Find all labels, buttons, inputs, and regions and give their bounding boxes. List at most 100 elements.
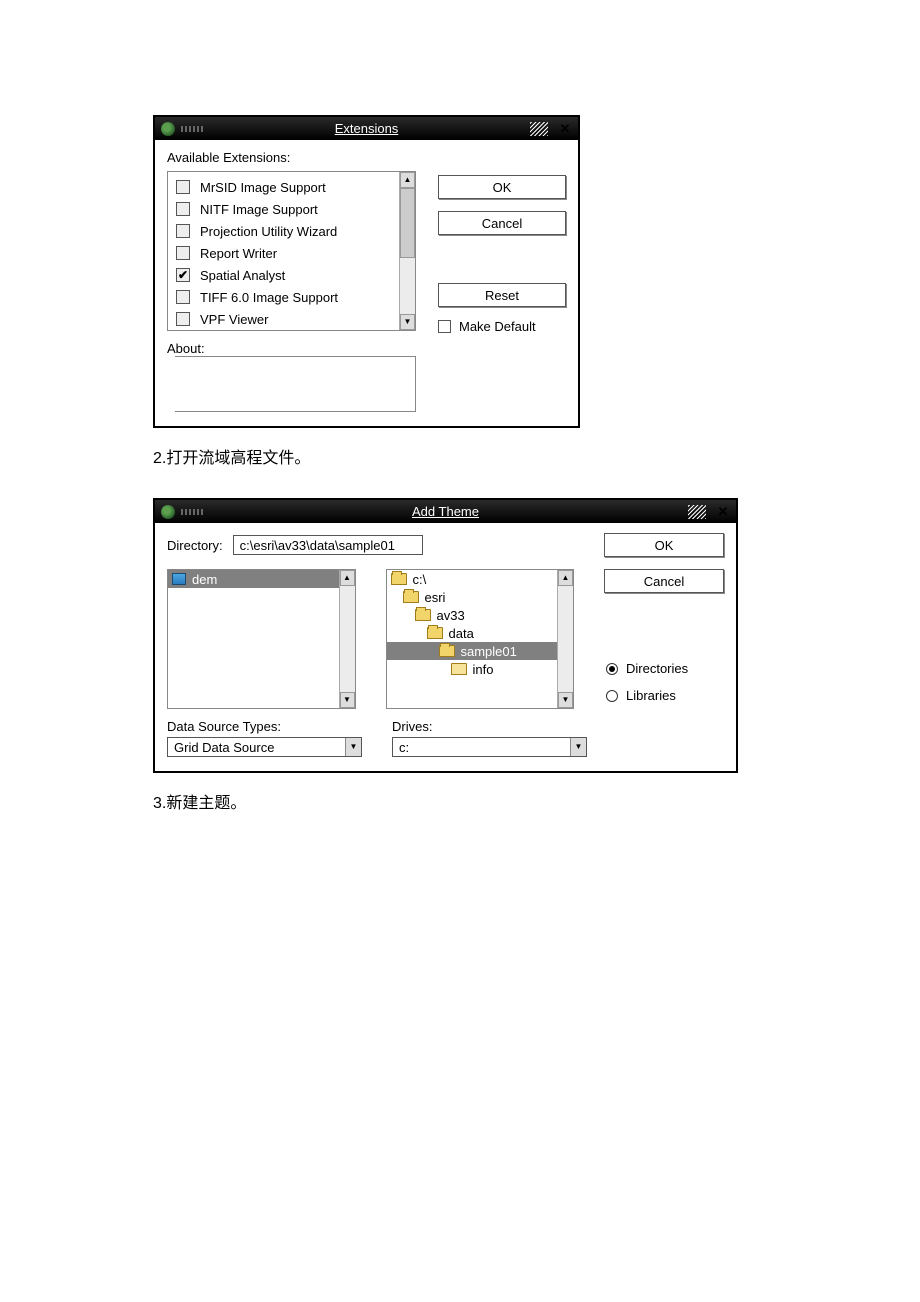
titlebar: Extensions ✕ — [155, 117, 578, 140]
scroll-track[interactable] — [340, 586, 355, 692]
scroll-track[interactable] — [400, 188, 415, 314]
checkbox-icon[interactable] — [176, 180, 190, 194]
folder-open-icon — [391, 573, 407, 585]
file-item[interactable]: dem — [168, 570, 339, 588]
folder-open-icon — [403, 591, 419, 603]
scroll-down-icon[interactable]: ▼ — [340, 692, 355, 708]
radio-label: Libraries — [626, 688, 676, 703]
file-listbox[interactable]: dem ▲ ▼ — [167, 569, 356, 709]
about-box — [175, 356, 416, 412]
tree-label: esri — [425, 590, 446, 605]
cancel-button[interactable]: Cancel — [604, 569, 724, 593]
checkbox-icon[interactable] — [176, 312, 190, 326]
tree-label: c:\ — [413, 572, 427, 587]
extension-label: VPF Viewer — [200, 312, 268, 327]
chevron-down-icon[interactable]: ▼ — [570, 738, 586, 756]
extension-label: Spatial Analyst — [200, 268, 285, 283]
extension-label: MrSID Image Support — [200, 180, 326, 195]
tree-item[interactable]: av33 — [387, 606, 558, 624]
folder-open-icon — [415, 609, 431, 621]
tree-item[interactable]: c:\ — [387, 570, 558, 588]
tree-item[interactable]: sample01 — [387, 642, 558, 660]
make-default-row[interactable]: Make Default — [438, 319, 566, 334]
scroll-down-icon[interactable]: ▼ — [558, 692, 573, 708]
scrollbar[interactable]: ▲ ▼ — [399, 172, 415, 330]
libraries-radio-row[interactable]: Libraries — [606, 688, 724, 703]
scrollbar[interactable]: ▲ ▼ — [339, 570, 355, 708]
titlebar: Add Theme ✕ — [155, 500, 736, 523]
folder-open-icon — [427, 627, 443, 639]
scroll-up-icon[interactable]: ▲ — [558, 570, 573, 586]
ok-button[interactable]: OK — [604, 533, 724, 557]
dialog-body: Available Extensions: MrSID Image Suppor… — [155, 140, 578, 426]
radio-label: Directories — [626, 661, 688, 676]
available-extensions-label: Available Extensions: — [167, 150, 566, 165]
extensions-list-inner: MrSID Image Support NITF Image Support P… — [168, 172, 399, 330]
checkbox-icon[interactable]: ✔ — [176, 268, 190, 282]
make-default-checkbox[interactable] — [438, 320, 451, 333]
checkbox-icon[interactable] — [176, 202, 190, 216]
scroll-down-icon[interactable]: ▼ — [400, 314, 415, 330]
scroll-up-icon[interactable]: ▲ — [400, 172, 415, 188]
close-button[interactable]: ✕ — [716, 505, 730, 519]
file-label: dem — [192, 572, 217, 587]
cancel-button[interactable]: Cancel — [438, 211, 566, 235]
extension-item[interactable]: ✔ Spatial Analyst — [176, 264, 391, 286]
extension-item[interactable]: TIFF 6.0 Image Support — [176, 286, 391, 308]
folder-closed-icon — [451, 663, 467, 675]
drives-label: Drives: — [392, 719, 587, 734]
chevron-down-icon[interactable]: ▼ — [345, 738, 361, 756]
directories-radio-row[interactable]: Directories — [606, 661, 724, 676]
dialog-title: Add Theme — [412, 504, 479, 519]
add-theme-dialog: Add Theme ✕ Directory: OK dem — [153, 498, 738, 773]
reset-button[interactable]: Reset — [438, 283, 566, 307]
combo-value: Grid Data Source — [174, 740, 274, 755]
tree-item[interactable]: info — [387, 660, 558, 678]
checkbox-icon[interactable] — [176, 290, 190, 304]
combo-value: c: — [399, 740, 409, 755]
make-default-label: Make Default — [459, 319, 536, 334]
dialog-title: Extensions — [335, 121, 399, 136]
tree-inner: c:\ esri av33 data sample01 info — [387, 570, 558, 708]
data-source-types-combo[interactable]: Grid Data Source ▼ — [167, 737, 362, 757]
checkbox-icon[interactable] — [176, 224, 190, 238]
file-list-inner: dem — [168, 570, 339, 708]
scroll-up-icon[interactable]: ▲ — [340, 570, 355, 586]
directory-input[interactable] — [233, 535, 423, 555]
ok-button[interactable]: OK — [438, 175, 566, 199]
extension-item[interactable]: Report Writer — [176, 242, 391, 264]
data-source-types-label: Data Source Types: — [167, 719, 362, 734]
extension-label: Projection Utility Wizard — [200, 224, 337, 239]
extension-item[interactable]: MrSID Image Support — [176, 176, 391, 198]
close-button[interactable]: ✕ — [558, 122, 572, 136]
caption-2: 2.打开流域高程文件。 — [153, 444, 920, 468]
drives-combo[interactable]: c: ▼ — [392, 737, 587, 757]
extension-item[interactable]: NITF Image Support — [176, 198, 391, 220]
scroll-track[interactable] — [558, 586, 573, 692]
app-icon — [161, 122, 175, 136]
tree-label: data — [449, 626, 474, 641]
extension-label: Report Writer — [200, 246, 277, 261]
directory-tree[interactable]: c:\ esri av33 data sample01 info ▲ ▼ — [386, 569, 575, 709]
extensions-listbox[interactable]: MrSID Image Support NITF Image Support P… — [167, 171, 416, 331]
extension-label: NITF Image Support — [200, 202, 318, 217]
tree-label: sample01 — [461, 644, 517, 659]
scrollbar[interactable]: ▲ ▼ — [557, 570, 573, 708]
grid-icon — [172, 573, 186, 585]
extension-label: TIFF 6.0 Image Support — [200, 290, 338, 305]
tree-item[interactable]: data — [387, 624, 558, 642]
extension-item[interactable]: VPF Viewer — [176, 308, 391, 330]
tree-label: info — [473, 662, 494, 677]
extensions-dialog: Extensions ✕ Available Extensions: MrSID… — [153, 115, 580, 428]
radio-icon[interactable] — [606, 690, 618, 702]
caption-3: 3.新建主题。 — [153, 789, 920, 813]
dialog-body: Directory: OK dem ▲ ▼ — [155, 523, 736, 771]
folder-open-icon — [439, 645, 455, 657]
directory-label: Directory: — [167, 538, 223, 553]
tree-item[interactable]: esri — [387, 588, 558, 606]
scroll-thumb[interactable] — [400, 188, 415, 258]
extension-item[interactable]: Projection Utility Wizard — [176, 220, 391, 242]
radio-icon[interactable] — [606, 663, 618, 675]
about-label: About: — [167, 341, 416, 356]
checkbox-icon[interactable] — [176, 246, 190, 260]
